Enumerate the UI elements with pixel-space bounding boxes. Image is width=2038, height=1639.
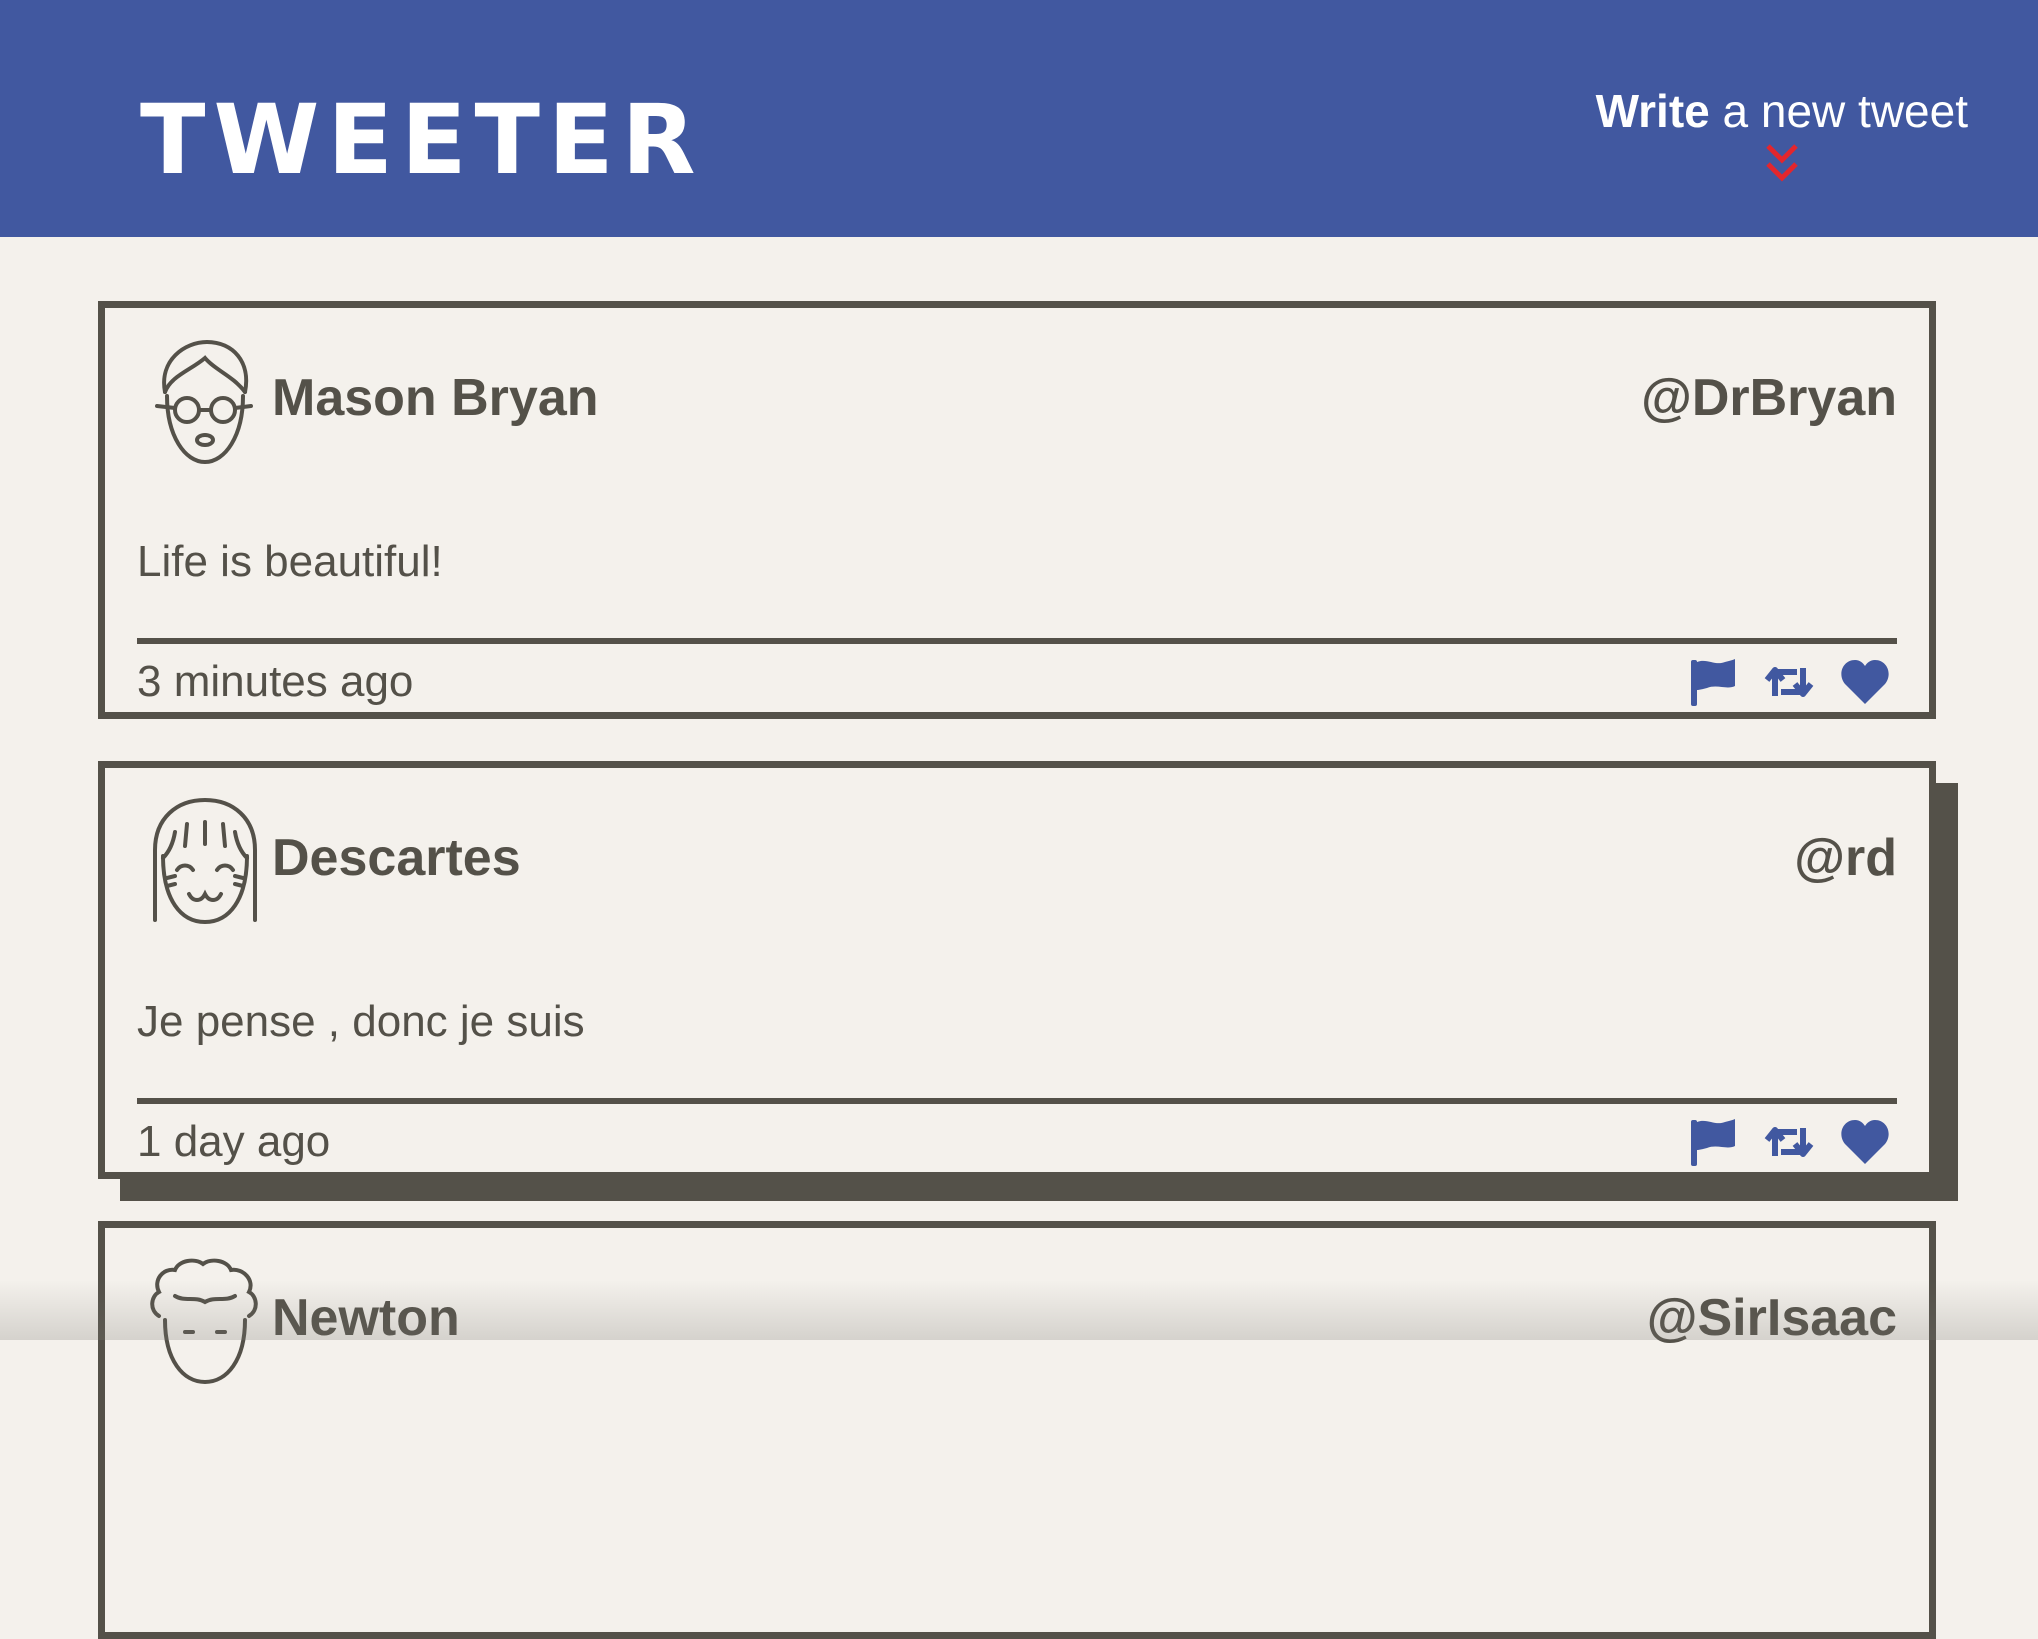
retweet-icon[interactable] — [1763, 656, 1815, 708]
tweet-author-handle: @DrBryan — [1641, 369, 1897, 427]
tweet-timestamp: 3 minutes ago — [137, 657, 414, 706]
compose-label: Write a new tweet — [1595, 85, 1968, 137]
top-nav-bar: TWEETER Write a new tweet — [0, 0, 2038, 237]
tweet-author-name: Descartes — [272, 829, 521, 887]
tweet-divider — [137, 1098, 1897, 1104]
heart-icon[interactable] — [1839, 656, 1891, 708]
retweet-icon[interactable] — [1763, 1116, 1815, 1168]
tweet-card: Newton @SirIsaac — [98, 1221, 1936, 1639]
heart-icon[interactable] — [1839, 1116, 1891, 1168]
tweet-actions — [1687, 1116, 1891, 1168]
tweet-timestamp: 1 day ago — [137, 1117, 331, 1166]
tweet-author-name: Newton — [272, 1289, 460, 1347]
tweet-divider — [137, 638, 1897, 644]
write-new-tweet-button[interactable]: Write a new tweet — [1596, 88, 1968, 186]
tweet-actions — [1687, 656, 1891, 708]
bangs-person-icon — [153, 797, 257, 925]
tweet-author-handle: @rd — [1794, 829, 1897, 887]
tweet-text: Life is beautiful! — [137, 537, 443, 586]
tweet-text: Je pense , donc je suis — [137, 997, 585, 1046]
curly-hair-person-icon — [150, 1258, 258, 1385]
tweet-author-name: Mason Bryan — [272, 369, 599, 427]
double-chevron-down-icon[interactable] — [1762, 140, 1802, 186]
flag-icon[interactable] — [1687, 656, 1739, 708]
tweet-card: Mason Bryan @DrBryan Life is beautiful! … — [98, 301, 1936, 719]
tweet-author-handle: @SirIsaac — [1646, 1289, 1897, 1347]
flag-icon[interactable] — [1687, 1116, 1739, 1168]
brand-logo: TWEETER — [140, 84, 704, 196]
glasses-person-icon — [155, 339, 253, 465]
tweet-card: Descartes @rd Je pense , donc je suis 1 … — [98, 761, 1936, 1179]
